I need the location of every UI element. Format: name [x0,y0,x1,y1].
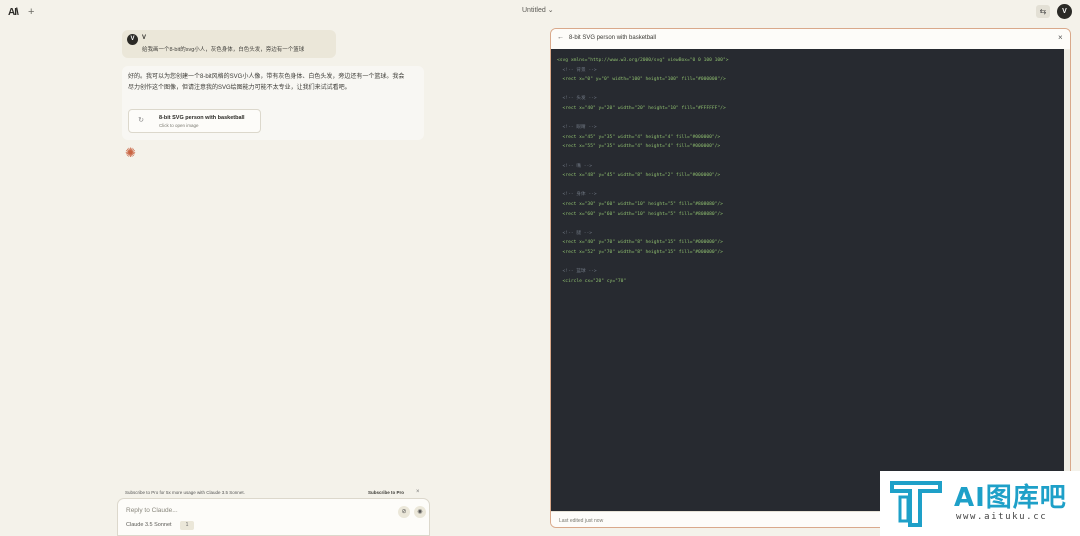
user-avatar: V [127,34,138,45]
close-icon[interactable]: × [1058,33,1063,42]
code-line: <rect x="55" y="35" width="4" height="4"… [557,144,721,150]
code-line: <!-- 眼睛 --> [557,125,597,131]
model-badge[interactable]: 1 [180,521,194,530]
loading-icon: ↻ [138,117,144,124]
code-view[interactable]: <svg xmlns="http://www.w3.org/2000/svg" … [551,49,1064,511]
user-message-text: 给我画一个8-bit的svg小人，灰色身体，白色头发，旁边有一个篮球 [142,47,305,53]
code-line: <!-- 腿 --> [557,230,593,236]
claude-spark-icon: ✺ [125,145,136,160]
scrollbar[interactable] [1064,49,1070,511]
settings-icon[interactable]: ⇆ [1036,5,1050,18]
code-line: <!-- 篮球 --> [557,269,597,275]
code-line: <!-- 嘴 --> [557,163,593,169]
watermark-url: www.aituku.cc [956,512,1048,522]
assistant-message: 好的。我可以为您创建一个8-bit风格的SVG小人像，带有灰色身体、白色头发，旁… [122,66,424,140]
last-edited-text: Last edited just now [559,518,604,524]
user-name: V [142,35,147,41]
chat-title: Untitled [522,6,546,14]
code-line: <rect x="45" y="35" width="4" height="4"… [557,134,721,140]
code-line: <rect x="40" y="20" width="20" height="1… [557,105,726,111]
artifact-card-title: 8-bit SVG person with basketball [159,115,245,121]
code-line: <circle cx="20" cy="70" [557,278,627,284]
assistant-message-text: 好的。我可以为您创建一个8-bit风格的SVG小人像，带有灰色身体、白色头发，旁… [128,74,405,91]
avatar[interactable]: V [1057,4,1072,19]
reply-input[interactable]: Reply to Claude... Claude 3.5 Sonnet 1 ⊘… [117,498,430,536]
subscribe-text: Subscribe to Pro for 5x more usage with … [125,490,245,495]
artifact-card-subtitle: Click to open image [159,123,199,128]
code-line: <!-- 头发 --> [557,96,597,102]
chat-title-dropdown[interactable]: Untitled ⌄ [522,6,554,15]
code-line: <rect x="48" y="45" width="8" height="2"… [557,173,721,179]
code-line: <rect x="30" y="60" width="10" height="5… [557,201,723,207]
artifact-panel-header: ← 8-bit SVG person with basketball × [551,29,1070,49]
artifact-panel: ← 8-bit SVG person with basketball × <sv… [550,28,1071,528]
code-line: <!-- 身体 --> [557,192,597,198]
code-line: <rect x="52" y="70" width="8" height="15… [557,249,723,255]
model-selector[interactable]: Claude 3.5 Sonnet [126,522,172,528]
app-logo[interactable]: AI\ [8,7,19,18]
code-line: <rect x="60" y="60" width="10" height="5… [557,211,723,217]
watermark: AI图库吧 www.aituku.cc [880,471,1080,536]
code-line: <!-- 背景 --> [557,67,597,73]
code-line: <rect x="0" y="0" width="100" height="10… [557,77,726,83]
attach-icon[interactable]: ⊘ [398,506,410,518]
user-message: V V 给我画一个8-bit的svg小人，灰色身体，白色头发，旁边有一个篮球 [122,30,336,58]
artifact-panel-title: 8-bit SVG person with basketball [569,35,657,41]
camera-icon[interactable]: ◉ [414,506,426,518]
chevron-down-icon: ⌄ [547,7,554,14]
code-line: <svg xmlns="http://www.w3.org/2000/svg" … [557,58,729,63]
close-icon[interactable]: × [416,489,420,495]
reply-placeholder: Reply to Claude... [126,507,178,514]
subscribe-banner: Subscribe to Pro for 5x more usage with … [118,488,428,498]
code-line: <rect x="40" y="70" width="8" height="15… [557,240,723,246]
watermark-title: AI图库吧 [954,483,1067,513]
watermark-logo-icon [890,481,942,527]
back-arrow-icon[interactable]: ← [557,34,564,41]
artifact-card[interactable]: ↻ 8-bit SVG person with basketball Click… [128,109,261,133]
subscribe-link[interactable]: Subscribe to Pro [368,490,404,495]
new-chat-icon[interactable]: + [28,6,34,18]
